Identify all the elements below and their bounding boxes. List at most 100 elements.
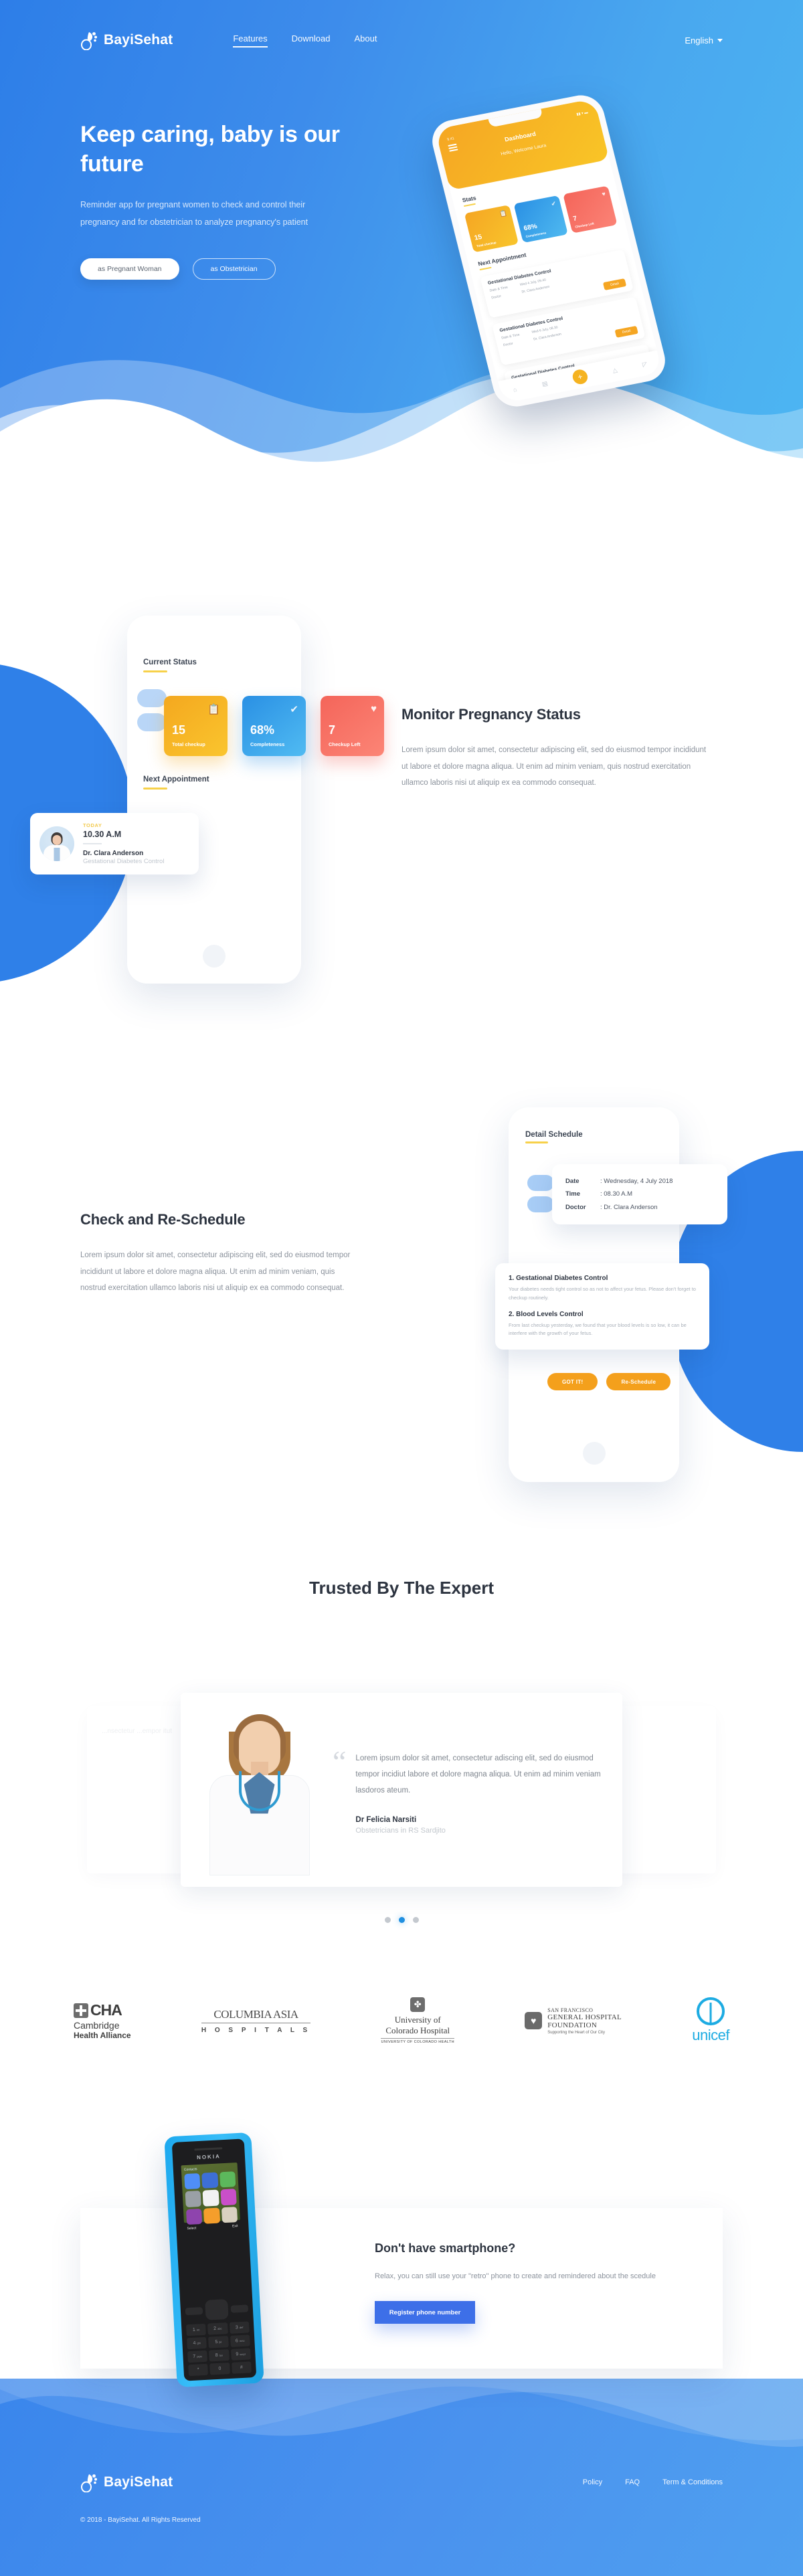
note-text-1: Your diabetes needs tight control so as … [509, 1286, 696, 1301]
key-4[interactable]: 4 ghi [187, 2336, 207, 2350]
games-icon [185, 2208, 203, 2225]
baby-footprint-icon [80, 30, 98, 51]
nav-link-about[interactable]: About [355, 33, 377, 48]
nav-links: Features Download About [233, 33, 377, 48]
extras-icon [203, 2207, 220, 2224]
hamburger-menu-icon[interactable] [448, 143, 458, 154]
pinwheel-icon: ✤ [410, 1997, 426, 2012]
monitor-paragraph: Lorem ipsum dolor sit amet, consectetur … [402, 746, 707, 788]
cta-heading: Don't have smartphone? [375, 2241, 516, 2255]
got-it-button[interactable]: GOT IT! [547, 1373, 598, 1390]
stat-card-total-checkup[interactable]: 📋 15 Total checkup [164, 696, 228, 756]
retro-softkey-left: Select [187, 2226, 197, 2231]
footer-links: Policy FAQ Term & Conditions [583, 2478, 723, 2486]
document-icon[interactable]: ▤ [541, 379, 549, 387]
contacts-icon [201, 2172, 219, 2189]
nav-link-download[interactable]: Download [292, 33, 331, 48]
key-3[interactable]: 3 def [229, 2321, 250, 2334]
footer-brand-logo[interactable]: BayiSehat [80, 2472, 173, 2493]
current-status-label: Current Status [143, 656, 197, 672]
settings-icon [185, 2191, 202, 2207]
as-pregnant-woman-button[interactable]: as Pregnant Woman [80, 258, 179, 280]
clock-icon [202, 2189, 219, 2207]
key-hash[interactable]: # [231, 2361, 252, 2374]
detail-row-date: Date : Wednesday, 4 July 2018 [565, 1178, 673, 1185]
partner-logo-columbia-asia: COLUMBIA ASIA H O S P I T A L S [201, 2007, 311, 2034]
schedule-heading: Check and Re-Schedule [80, 1211, 246, 1228]
phone-home-indicator [582, 1442, 606, 1465]
hero-subtitle: Reminder app for pregnant women to check… [80, 200, 308, 227]
quote-mark-icon: “ [333, 1744, 347, 1778]
doctor-portrait [201, 1704, 318, 1875]
check-circle-icon: ✔ [550, 199, 557, 207]
key-star[interactable]: * [188, 2363, 209, 2377]
nav-link-features[interactable]: Features [233, 33, 268, 48]
cta-text-block: Don't have smartphone? Relax, you can st… [375, 2241, 662, 2324]
key-0[interactable]: 0 [209, 2363, 230, 2375]
unicef-globe-icon [697, 1997, 725, 2025]
carousel-dot-3[interactable] [412, 1917, 419, 1923]
key-7[interactable]: 7 pqrs [187, 2350, 208, 2363]
key-9[interactable]: 9 wxyz [230, 2348, 251, 2361]
cta-paragraph: Relax, you can still use your "retro" ph… [375, 2272, 656, 2280]
key-8[interactable]: 8 tuv [209, 2349, 230, 2362]
carousel-dot-2[interactable] [398, 1917, 405, 1923]
testimonial-carousel: ...nsectetur ...empor itut “ Lorem ipsum… [0, 1693, 803, 1887]
carousel-dot-1[interactable] [384, 1917, 391, 1923]
detail-row-time: Time : 08.30 A.M [565, 1190, 633, 1198]
partner-logo-cha: CHA Cambridge Health Alliance [74, 2001, 131, 2040]
appointment-time: 10.30 A.M [83, 830, 122, 839]
note-text-2: From last checkup yesterday, we found th… [509, 1321, 687, 1337]
doctor-avatar [39, 826, 74, 861]
hero-buttons: as Pregnant Woman as Obstetrician [80, 258, 368, 280]
retro-screen-title: Contacts [183, 2167, 197, 2173]
testimonial-card-active: “ Lorem ipsum dolor sit amet, consectetu… [181, 1693, 622, 1887]
left-soft-key[interactable] [185, 2306, 203, 2315]
testimonial-author-name: Dr Felicia Narsiti [355, 1816, 417, 1825]
as-obstetrician-button[interactable]: as Obstetrician [192, 258, 276, 280]
retro-keypad: 1 oo 2 abc 3 def 4 ghi 5 jkl 6 mno 7 pqrs 8 tuv … [185, 2298, 252, 2377]
phone-detail-button[interactable]: Detail [614, 325, 638, 338]
brand-logo[interactable]: BayiSehat [80, 30, 173, 51]
reschedule-button[interactable]: Re-Schedule [606, 1373, 671, 1390]
right-soft-key[interactable] [230, 2304, 249, 2313]
detail-schedule-title: Detail Schedule [525, 1131, 583, 1143]
media-icon [220, 2189, 237, 2206]
testimonials-heading: Trusted By The Expert [309, 1578, 494, 1598]
hero-section: BayiSehat Features Download About Englis… [0, 0, 803, 482]
home-icon[interactable]: ⌂ [513, 386, 518, 393]
bell-icon[interactable]: △ [612, 366, 618, 374]
phone-stat-card[interactable]: 📋 15 Total checkup [464, 205, 519, 253]
monitor-text-block: Monitor Pregnancy Status Lorem ipsum dol… [402, 706, 709, 792]
chart-icon[interactable]: ◸ [642, 360, 648, 368]
phone-stat-card[interactable]: ✔ 68% Completeness [513, 195, 568, 244]
key-2[interactable]: 2 abc [207, 2322, 228, 2335]
plus-fab-icon[interactable]: + [571, 368, 590, 386]
heart-person-icon: ♥ [525, 2012, 543, 2029]
next-appointment-card[interactable]: TODAY 10.30 A.M Dr. Clara Anderson Gesta… [30, 813, 199, 875]
cha-cross-icon [74, 2003, 88, 2018]
stat-card-completeness[interactable]: ✔ 68% Completeness [242, 696, 306, 756]
dpad-key[interactable] [205, 2299, 229, 2320]
clipboard-icon: 📋 [499, 209, 508, 217]
footer-link-faq[interactable]: FAQ [625, 2478, 640, 2486]
footer-wave-decoration [0, 2379, 803, 2448]
retro-phone-screen: Contacts Select Exit [181, 2162, 240, 2231]
footer-link-policy[interactable]: Policy [583, 2478, 602, 2486]
stat-card-checkup-left[interactable]: ♥ 7 Checkup Left [321, 696, 384, 756]
footer-link-terms[interactable]: Term & Conditions [662, 2478, 723, 2486]
main-navigation: BayiSehat Features Download About Englis… [0, 20, 803, 60]
language-selector[interactable]: English [685, 35, 723, 45]
hero-copy: Keep caring, baby is our future Reminder… [80, 120, 368, 280]
baby-footprint-icon [80, 2472, 98, 2493]
key-5[interactable]: 5 jkl [208, 2336, 229, 2349]
key-6[interactable]: 6 mno [230, 2334, 250, 2347]
testimonial-quote: Lorem ipsum dolor sit amet, consectetur … [355, 1754, 601, 1795]
key-1[interactable]: 1 oo [186, 2323, 207, 2336]
schedule-detail-card: Date : Wednesday, 4 July 2018 Time : 08.… [552, 1164, 727, 1225]
note-heading-1: 1. Gestational Diabetes Control [509, 1275, 608, 1282]
phone-detail-button[interactable]: Detail [603, 278, 627, 290]
monitor-stat-cards: 📋 15 Total checkup ✔ 68% Completeness ♥ … [164, 696, 384, 756]
register-phone-number-button[interactable]: Register phone number [375, 2301, 475, 2324]
phone-stat-card[interactable]: ♥ 7 Checkup Left [563, 185, 618, 234]
